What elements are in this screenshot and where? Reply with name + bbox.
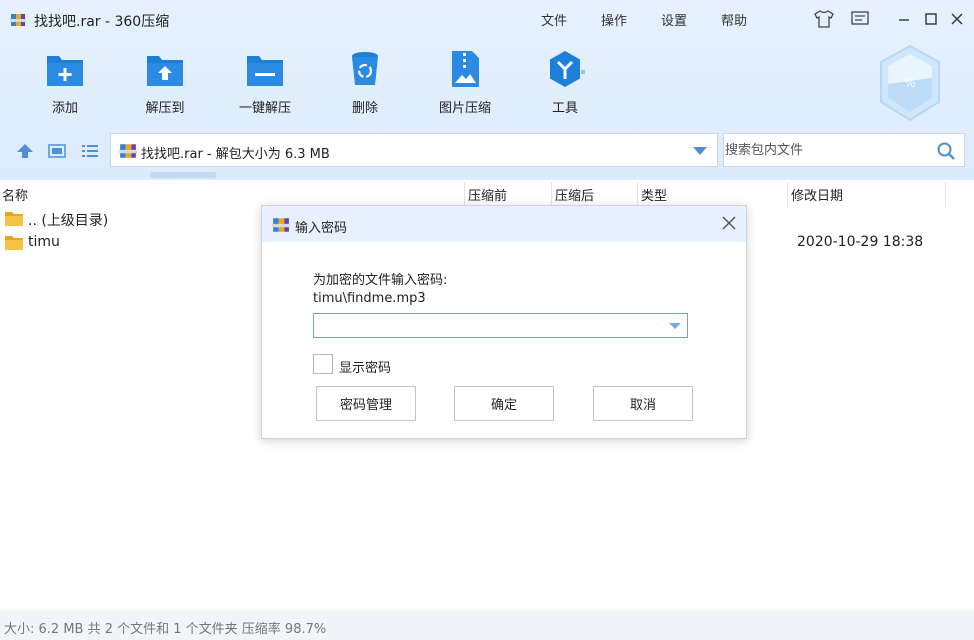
search-box[interactable] — [723, 133, 965, 167]
window-title: 找找吧.rar - 360压缩 — [34, 14, 170, 30]
password-combo[interactable] — [313, 313, 688, 338]
password-dialog: 输入密码 为加密的文件输入密码: timu\findme.mp3 显示密码 密码… — [261, 205, 747, 439]
status-bar: 大小: 6.2 MB 共 2 个文件和 1 个文件夹 压缩率 98.7% — [0, 610, 974, 640]
up-arrow-icon[interactable] — [14, 140, 36, 162]
row-date: 2020-10-29 18:38 — [797, 234, 924, 250]
image-compress-label: 图片压缩 — [438, 101, 491, 116]
folder-icon — [5, 236, 23, 250]
search-input[interactable] — [725, 140, 925, 160]
one-click-extract-label: 一键解压 — [238, 101, 291, 116]
show-password-checkbox[interactable] — [313, 354, 333, 374]
column-divider — [551, 182, 552, 206]
skin-shirt-icon[interactable] — [813, 8, 835, 30]
password-input[interactable] — [318, 316, 658, 335]
column-divider — [637, 182, 638, 206]
column-type[interactable]: 类型 — [641, 185, 667, 204]
close-window-icon[interactable] — [946, 8, 968, 30]
delete-button[interactable]: 删除 — [320, 48, 410, 118]
address-path: 找找吧.rar - 解包大小为 6.3 MB — [141, 147, 330, 162]
password-manage-button[interactable]: 密码管理 — [316, 386, 416, 421]
status-text: 大小: 6.2 MB 共 2 个文件和 1 个文件夹 压缩率 98.7% — [4, 622, 327, 637]
dialog-title: 输入密码 — [295, 221, 348, 236]
image-compress-button[interactable]: 图片压缩 — [420, 48, 510, 118]
maximize-icon[interactable] — [920, 8, 942, 30]
one-click-extract-button[interactable]: 一键解压 — [220, 48, 310, 118]
cancel-button[interactable]: 取消 — [593, 386, 693, 421]
encrypted-file-path: timu\findme.mp3 — [313, 291, 426, 306]
thumbnail-view-icon[interactable] — [46, 140, 68, 162]
recycle-bin-icon — [352, 52, 378, 85]
feedback-icon[interactable] — [849, 8, 871, 30]
extract-to-label: 解压到 — [145, 101, 185, 116]
column-divider — [464, 182, 465, 206]
address-bar[interactable]: 找找吧.rar - 解包大小为 6.3 MB — [110, 133, 718, 167]
delete-label: 删除 — [351, 101, 378, 116]
password-dropdown-icon[interactable] — [669, 323, 681, 329]
list-view-icon[interactable] — [79, 140, 101, 162]
menu-operate[interactable]: 操作 — [601, 10, 627, 29]
extract-to-button[interactable]: 解压到 — [120, 48, 210, 118]
tools-label: 工具 — [551, 101, 578, 116]
folder-icon — [5, 212, 23, 226]
image-compress-icon — [452, 51, 479, 87]
one-click-extract-icon — [247, 56, 283, 86]
tools-hexagon-icon — [550, 51, 585, 87]
ok-button[interactable]: 确定 — [454, 386, 554, 421]
column-size-before[interactable]: 压缩前 — [468, 185, 507, 204]
column-size-after[interactable]: 压缩后 — [555, 185, 594, 204]
minimize-icon[interactable] — [893, 8, 915, 30]
address-dropdown-icon[interactable] — [693, 147, 707, 155]
title-bar: 找找吧.rar - 360压缩 文件 操作 设置 帮助 — [0, 0, 974, 38]
extract-folder-icon — [147, 56, 183, 86]
row-name: timu — [28, 234, 60, 250]
rar-file-icon — [119, 144, 137, 158]
column-name[interactable]: 名称 — [2, 185, 28, 204]
password-prompt: 为加密的文件输入密码: — [313, 273, 448, 288]
horizontal-scroll-thumb[interactable] — [150, 172, 216, 178]
gem-percent: % — [904, 76, 916, 90]
rar-app-icon — [10, 14, 26, 26]
column-divider — [945, 182, 946, 206]
add-button[interactable]: 添加 — [20, 48, 110, 118]
menu-help[interactable]: 帮助 — [721, 10, 747, 29]
add-folder-icon — [47, 56, 83, 86]
add-label: 添加 — [51, 101, 78, 116]
dialog-title-bar: 输入密码 — [262, 206, 746, 242]
search-icon[interactable] — [936, 141, 956, 161]
menu-settings[interactable]: 设置 — [661, 10, 687, 29]
row-name: .. (上级目录) — [28, 213, 109, 229]
header-area: 找找吧.rar - 360压缩 文件 操作 设置 帮助 添加 解压到 一键解压 … — [0, 0, 974, 180]
close-icon[interactable] — [720, 214, 738, 232]
show-password-label[interactable]: 显示密码 — [339, 357, 391, 376]
tools-button[interactable]: 工具 — [520, 48, 610, 118]
rar-file-icon — [272, 218, 290, 232]
menu-file[interactable]: 文件 — [541, 10, 567, 29]
column-divider — [787, 182, 788, 206]
column-modified[interactable]: 修改日期 — [791, 185, 843, 204]
